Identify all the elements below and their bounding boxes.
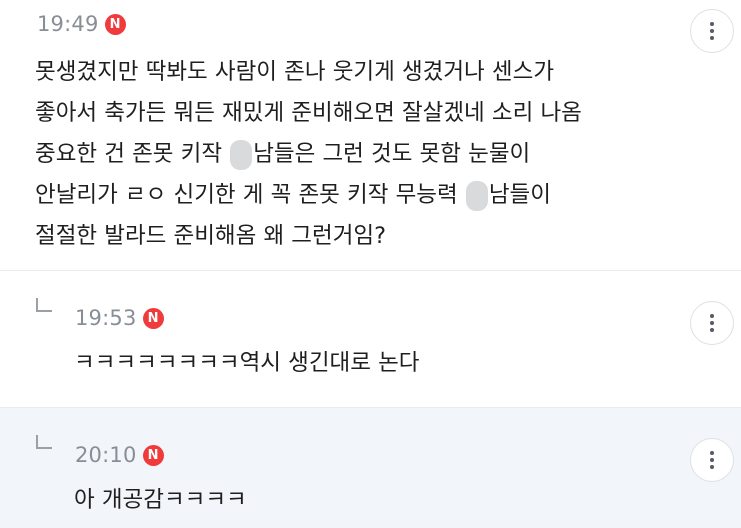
reply-arrow-icon (36, 435, 52, 449)
comment-line: 중요한 건 존못 키작 (35, 141, 223, 167)
more-vertical-icon (710, 451, 714, 469)
comment-time: 19:49 (37, 12, 99, 36)
more-options-button[interactable] (690, 9, 734, 53)
comment-line: 안날리가 ㄹㅇ 신기한 게 꼭 존못 키작 무능력 (35, 182, 458, 208)
comment-line: 남들은 그런 것도 못함 눈물이 (253, 141, 531, 167)
comment-item: 19:49 N 못생겼지만 딱봐도 사람이 존나 웃기게 생겼거나 센스가 좋아… (0, 0, 741, 271)
reply-item: 19:53 N ㅋㅋㅋㅋㅋㅋㅋㅋ역시 생긴대로 논다 (0, 271, 741, 408)
comment-line: 못생겼지만 딱봐도 사람이 존나 웃기게 생겼거나 센스가 (35, 59, 555, 85)
comment-meta: 19:53 N (75, 306, 164, 330)
comment-body: 아 개공감ㅋㅋㅋㅋ (74, 487, 247, 513)
new-badge-icon: N (104, 13, 126, 35)
more-options-button[interactable] (690, 438, 734, 482)
comment-meta: 20:10 N (75, 443, 164, 467)
blurred-text (465, 180, 488, 211)
reply-arrow-icon (36, 298, 52, 312)
new-badge-icon: N (142, 444, 164, 466)
comment-body: ㅋㅋㅋㅋㅋㅋㅋㅋ역시 생긴대로 논다 (74, 350, 420, 376)
more-vertical-icon (710, 314, 714, 332)
comment-time: 19:53 (75, 306, 137, 330)
reply-item: 20:10 N 아 개공감ㅋㅋㅋㅋ (0, 408, 741, 528)
comment-body: 못생겼지만 딱봐도 사람이 존나 웃기게 생겼거나 센스가 좋아서 축가든 뭐든… (35, 52, 582, 257)
blurred-text (230, 139, 253, 170)
comment-meta: 19:49 N (37, 12, 126, 36)
more-vertical-icon (710, 22, 714, 40)
comment-time: 20:10 (75, 443, 137, 467)
comment-line: 좋아서 축가든 뭐든 재밌게 준비해오면 잘살겠네 소리 나옴 (35, 100, 582, 126)
new-badge-icon: N (142, 307, 164, 329)
comment-line: 절절한 발라드 준비해옴 왜 그런거임? (35, 223, 387, 249)
comment-line: 남들이 (488, 182, 551, 208)
more-options-button[interactable] (690, 301, 734, 345)
